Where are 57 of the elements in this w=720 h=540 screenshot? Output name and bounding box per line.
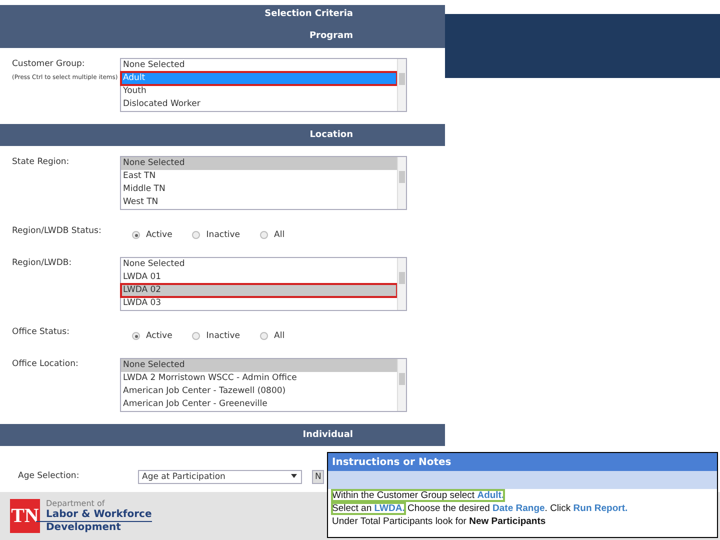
list-option[interactable]: East TN [121,170,397,183]
instruction-line: Within the Customer Group select Adult. [331,489,506,502]
scrollbar[interactable] [397,157,406,209]
listbox[interactable]: None Selected LWDA 2 Morristown WSCC - Admin Office American Job Center - Tazewell (0800) American Job Center - Greeneville [120,358,407,412]
field-label: State Region: [12,157,70,167]
field-label: Office Status: [12,326,70,337]
dropdown-field[interactable]: N [312,470,324,484]
radio-button[interactable] [192,231,200,240]
radio-button[interactable] [132,231,140,240]
list-option[interactable]: None Selected [121,157,397,170]
list-option[interactable]: American Job Center - Greeneville [121,398,397,410]
radio-label: All [274,330,285,342]
list-option[interactable]: None Selected [121,258,397,271]
list-option[interactable]: LWDA 03 [121,296,397,310]
logo-mark: TN [10,499,40,533]
listbox[interactable]: None Selected East TN Middle TN West TN [120,156,407,210]
list-option[interactable]: None Selected [121,358,397,372]
field-label: Office Location: [12,358,78,368]
listbox[interactable]: None Selected LWDA 01 LWDA 02 LWDA 03 [120,256,407,311]
caret-icon [291,474,297,478]
radio-label: Inactive [206,229,240,242]
list-option[interactable]: West TN [121,196,397,209]
section-title: Selection Criteria [264,8,353,20]
radio-label: Inactive [206,330,240,342]
listbox[interactable]: None Selected Adult Youth Dislocated Worker [120,58,407,112]
radio-button[interactable] [260,332,268,340]
field-label: Customer Group: [12,59,85,69]
list-option[interactable]: None Selected [121,59,397,72]
logo-text: Labor & Workforce [46,508,152,520]
radio-label: Active [146,229,172,242]
instruction-line: Under Total Participants look for New Participants [331,515,547,528]
section-title: Program [308,30,353,42]
scrollbar[interactable] [397,358,406,410]
dropdown-field[interactable]: Age at Participation [138,470,302,484]
scrollbar[interactable] [397,258,406,310]
scrollbar[interactable] [397,59,406,111]
logo-text: Development [36,520,152,534]
list-option[interactable]: Middle TN [121,183,397,196]
field-label: Age Selection: [18,470,80,480]
field-label: Region/LWDB Status: [12,226,102,236]
list-option[interactable]: American Job Center - Tazewell (0800) [121,384,397,398]
field-label: Region/LWDB: [12,258,72,268]
radio-label: All [274,229,285,242]
notes-title: Instructions or Notes [328,453,717,471]
list-option[interactable]: LWDA 01 [121,270,397,284]
list-option[interactable]: Dislocated Worker [121,98,397,111]
radio-button[interactable] [260,231,268,240]
radio-label: Active [146,330,172,342]
list-option[interactable]: Youth [121,85,397,98]
radio-button[interactable] [192,332,200,340]
section-title: Individual [302,428,353,440]
list-option[interactable]: LWDA 02 [121,284,397,297]
list-option[interactable]: LWDA 2 Morristown WSCC - Admin Office [121,372,397,384]
radio-button[interactable] [132,332,140,340]
section-title: Location [308,129,353,141]
logo-text: Department of [46,498,106,508]
instruction-line: Select an LWDA. Choose the desired Date Range. Click Run Report. [331,502,629,515]
